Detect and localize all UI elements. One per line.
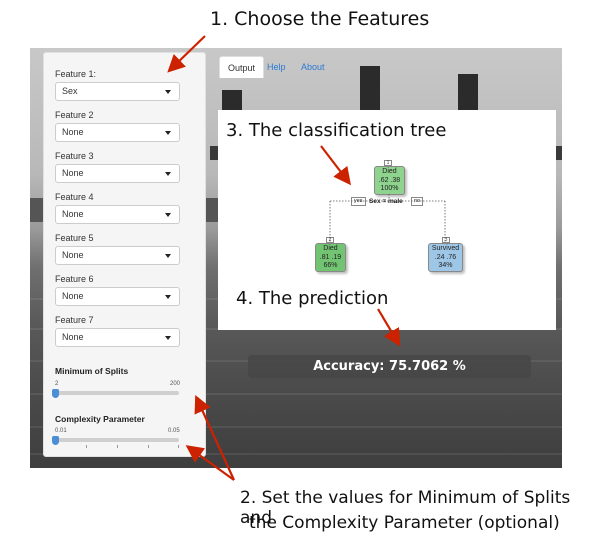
arrow-to-tree — [320, 145, 352, 186]
annotation-arrows — [167, 35, 401, 481]
arrow-to-prediction — [377, 308, 401, 347]
arrow-to-features — [167, 35, 206, 73]
